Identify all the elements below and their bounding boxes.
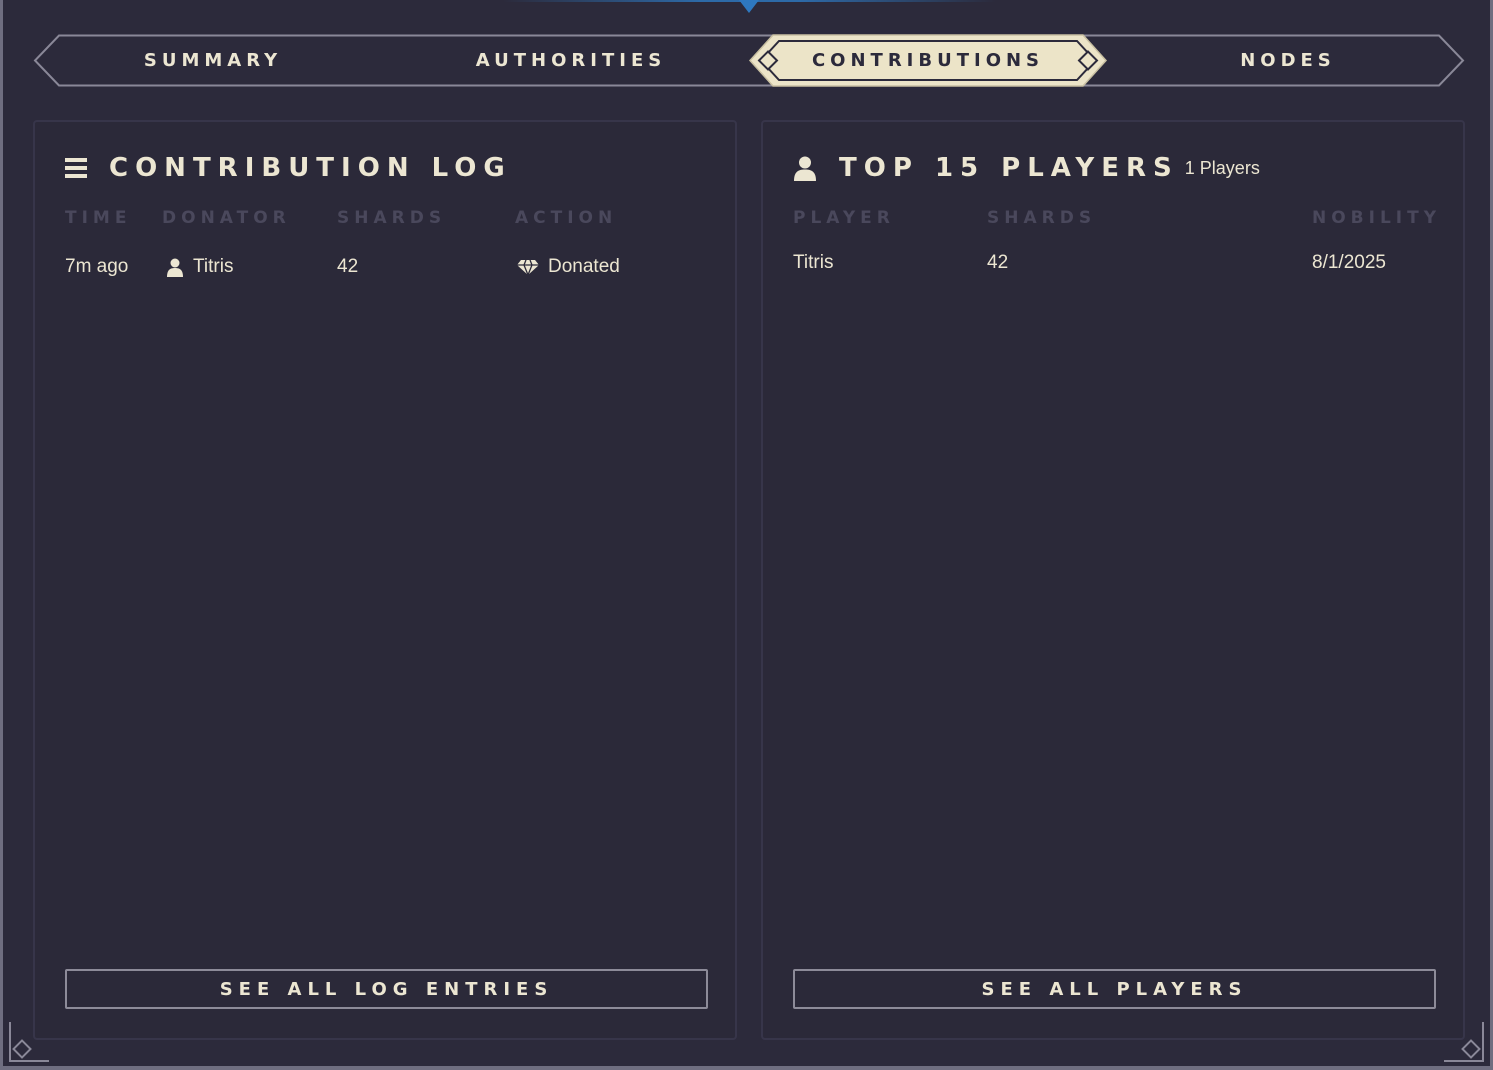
players-count: 1 Players	[1184, 157, 1260, 178]
log-row-shards: 42	[337, 256, 359, 277]
log-row-donator-name: Titris	[193, 256, 234, 277]
log-row-action: Donated	[517, 256, 620, 278]
top-players-title: TOP 15 PLAYERS	[839, 153, 1179, 183]
column-header-action: ACTION	[515, 208, 618, 228]
gem-icon	[517, 259, 539, 275]
tab-nodes-label: NODES	[1240, 50, 1336, 71]
see-all-players-button[interactable]: SEE ALL PLAYERS	[793, 969, 1436, 1009]
contribution-log-panel: CONTRIBUTION LOG TIME DONATOR SHARDS ACT…	[33, 120, 737, 1040]
tab-authorities-label: AUTHORITIES	[475, 50, 667, 71]
column-header-player: PLAYER	[793, 208, 895, 228]
corner-ornament-left	[9, 1022, 49, 1062]
top-notch-marker	[739, 0, 759, 13]
player-row-name[interactable]: Titris	[793, 252, 833, 274]
log-row-donator[interactable]: Titris	[166, 256, 233, 278]
player-row-shards: 42	[987, 252, 1009, 273]
see-all-log-entries-button[interactable]: SEE ALL LOG ENTRIES	[65, 969, 708, 1009]
tab-contributions[interactable]: CONTRIBUTIONS	[749, 34, 1107, 87]
log-row-time: 7m ago	[65, 256, 129, 277]
contribution-log-title: CONTRIBUTION LOG	[109, 153, 512, 183]
user-icon	[166, 258, 184, 277]
column-header-shards: SHARDS	[337, 208, 447, 228]
column-header-nobility: NOBILITY	[1312, 208, 1442, 228]
player-row-nobility: 8/1/2025	[1312, 252, 1386, 273]
list-icon	[65, 157, 87, 179]
tab-summary-label: SUMMARY	[143, 50, 283, 71]
column-header-donator: DONATOR	[162, 208, 291, 228]
log-row-action-label: Donated	[548, 256, 620, 277]
column-header-shards: SHARDS	[987, 208, 1097, 228]
top-players-header: TOP 15 PLAYERS 1 Players	[793, 148, 1260, 188]
tab-nodes[interactable]: NODES	[1163, 34, 1413, 87]
contribution-log-header: CONTRIBUTION LOG	[65, 148, 512, 188]
user-icon	[793, 156, 817, 181]
top-players-panel: TOP 15 PLAYERS 1 Players PLAYER SHARDS N…	[761, 120, 1465, 1040]
corner-ornament-right	[1444, 1022, 1484, 1062]
window-frame: SUMMARY AUTHORITIES CONTRIBUTIONS NODES	[0, 0, 1493, 1070]
tab-bar: SUMMARY AUTHORITIES CONTRIBUTIONS NODES	[33, 34, 1465, 87]
tab-contributions-label: CONTRIBUTIONS	[811, 50, 1045, 71]
tab-authorities[interactable]: AUTHORITIES	[451, 34, 691, 87]
column-header-time: TIME	[65, 208, 132, 228]
tab-summary[interactable]: SUMMARY	[93, 34, 333, 87]
